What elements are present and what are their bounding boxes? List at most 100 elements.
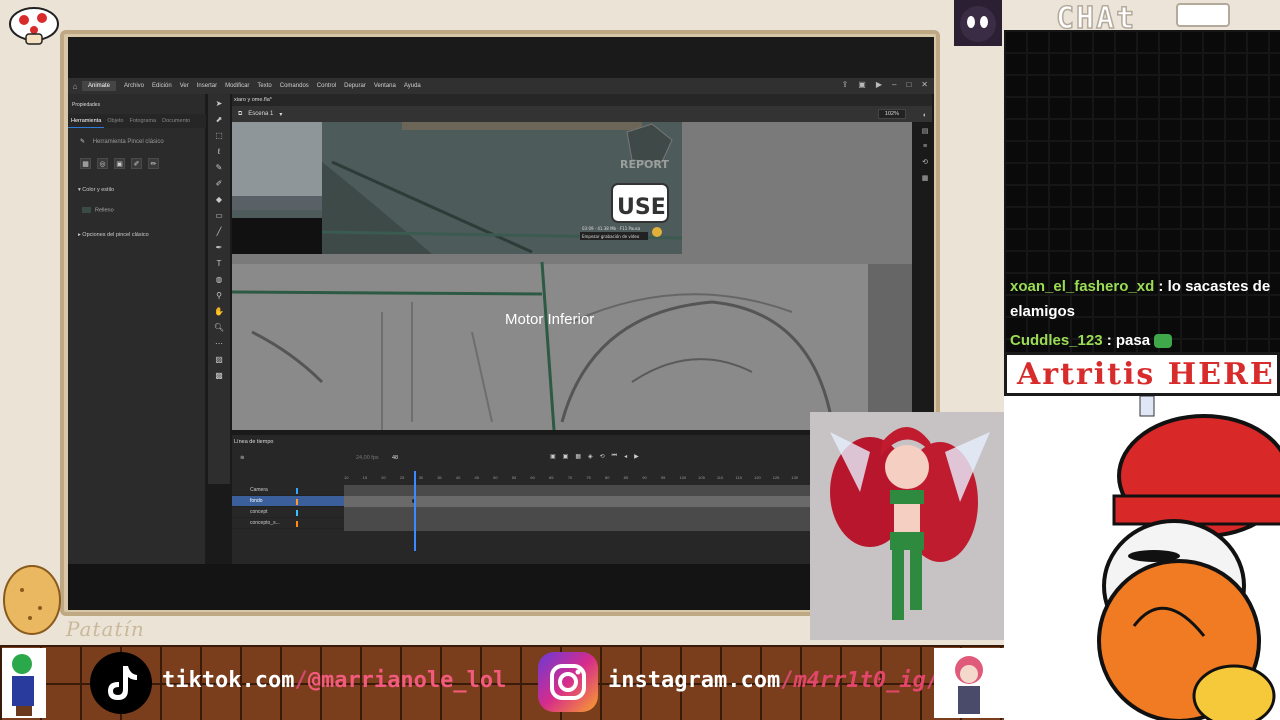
- play-timeline-icon[interactable]: ▶: [634, 453, 639, 460]
- instagram-icon[interactable]: [538, 652, 598, 712]
- chevron-down-icon[interactable]: ▾: [279, 111, 282, 118]
- layer-row[interactable]: Camera: [232, 485, 344, 496]
- menu-control[interactable]: Control: [317, 83, 336, 89]
- potato-icon: [3, 565, 61, 635]
- tiktok-link[interactable]: tiktok.com/@marrianole_lol: [162, 668, 506, 693]
- home-icon[interactable]: ⌂: [68, 82, 82, 91]
- chat-username[interactable]: Cuddles_123: [1010, 332, 1103, 349]
- ruler-mark: 130: [791, 475, 799, 480]
- ruler-mark: 65: [549, 475, 554, 480]
- step-back-icon[interactable]: ◂: [624, 453, 627, 460]
- keyframe-icon[interactable]: ◈: [588, 453, 593, 460]
- layout-icon[interactable]: ▣: [858, 80, 866, 89]
- fill-color-icon[interactable]: ▩: [215, 370, 223, 382]
- fps-readout[interactable]: 24,00 fps: [356, 455, 379, 461]
- hand-tool-icon[interactable]: ✋: [214, 306, 224, 318]
- pencil-tool-icon[interactable]: ✎: [216, 162, 223, 174]
- pen-tool-icon[interactable]: ✒: [216, 242, 223, 254]
- layer-color-chip[interactable]: [296, 510, 298, 516]
- frame-markers-icon[interactable]: ▦: [575, 453, 581, 460]
- scene-selector[interactable]: Escena 1: [248, 111, 273, 117]
- edit-multiple-icon[interactable]: ▣: [563, 453, 569, 460]
- ruler-mark: 95: [660, 475, 666, 480]
- rewind-icon[interactable]: ⏮: [612, 453, 617, 460]
- record-button[interactable]: [652, 227, 662, 237]
- layer-row[interactable]: concepto_s...: [232, 518, 344, 529]
- layer-color-chip[interactable]: [296, 488, 298, 494]
- instagram-domain: instagram.com: [608, 668, 781, 693]
- menu-comandos[interactable]: Comandos: [280, 83, 309, 89]
- lock-fill-icon[interactable]: ▣: [114, 158, 125, 169]
- paint-bucket-icon[interactable]: ◍: [216, 274, 223, 286]
- menu-ventana[interactable]: Ventana: [374, 83, 396, 89]
- rectangle-tool-icon[interactable]: ▭: [215, 210, 223, 222]
- tab-documento[interactable]: Documento: [159, 114, 193, 128]
- assets-icon[interactable]: ▦: [922, 174, 929, 182]
- transform-tool-icon[interactable]: ⬚: [215, 130, 223, 142]
- line-tool-icon[interactable]: ╱: [217, 226, 222, 238]
- current-frame[interactable]: 48: [392, 455, 398, 461]
- menu-ayuda[interactable]: Ayuda: [404, 83, 421, 89]
- play-icon[interactable]: ▶: [876, 80, 882, 89]
- pressure-icon[interactable]: ✐: [131, 158, 142, 169]
- ruler-mark: 115: [735, 475, 742, 480]
- layer-row[interactable]: concept: [232, 507, 344, 518]
- minimize-icon[interactable]: –: [892, 80, 896, 89]
- instagram-link[interactable]: instagram.com/m4rr1t0_ig/: [608, 668, 939, 693]
- menu-insertar[interactable]: Insertar: [197, 83, 217, 89]
- zoom-level[interactable]: 102%: [877, 109, 906, 119]
- target-icon[interactable]: ◎: [97, 158, 108, 169]
- eraser-tool-icon[interactable]: ◆: [216, 194, 222, 206]
- stage-canvas[interactable]: REPORT USE 03:09 · 41.38 Mb · F11 Pausa …: [232, 122, 912, 430]
- chat-message: xoan_el_fashero_xd : lo sacastes de elam…: [1010, 278, 1271, 320]
- onion-skin-icon[interactable]: ▣: [550, 453, 556, 460]
- text-tool-icon[interactable]: T: [217, 258, 222, 270]
- use-button[interactable]: USE: [611, 183, 669, 223]
- tab-objeto[interactable]: Objeto: [104, 114, 126, 128]
- menu-texto[interactable]: Texto: [257, 83, 271, 89]
- menu-edicion[interactable]: Edición: [152, 83, 172, 89]
- ghost-mascot-icon: [954, 0, 1002, 46]
- color-style-section[interactable]: ▾ Color y estilo: [78, 187, 114, 193]
- tab-fotograma[interactable]: Fotograma: [126, 114, 159, 128]
- library-icon[interactable]: ▤: [922, 127, 929, 135]
- tab-herramienta[interactable]: Herramienta: [68, 114, 105, 128]
- menu-archivo[interactable]: Archivo: [124, 83, 144, 89]
- more-tools-icon[interactable]: ⋯: [215, 338, 223, 350]
- chat-username[interactable]: xoan_el_fashero_xd: [1010, 278, 1154, 295]
- color-panel-icon[interactable]: ◐: [923, 112, 927, 119]
- brush-options-label: Opciones del pincel clásico: [82, 232, 149, 238]
- ruler-mark: 30: [418, 475, 424, 480]
- document-tab[interactable]: xiaro y ome.fla*: [232, 94, 932, 106]
- brush-tool-icon[interactable]: ✐: [216, 178, 223, 190]
- app-name-tab[interactable]: Animate: [82, 81, 117, 91]
- tilt-icon[interactable]: ✏: [148, 158, 159, 169]
- menu-modificar[interactable]: Modificar: [225, 83, 249, 89]
- stroke-color-icon[interactable]: ▨: [215, 354, 223, 366]
- grid-icon[interactable]: ▦: [80, 158, 91, 169]
- report-label: REPORT: [620, 158, 669, 171]
- transform-panel-icon[interactable]: ⟲: [922, 158, 928, 166]
- share-icon[interactable]: ⇪: [842, 80, 849, 89]
- layers-icon[interactable]: ≋: [240, 455, 245, 461]
- fill-swatch[interactable]: [82, 207, 91, 213]
- align-icon[interactable]: ≡: [923, 143, 927, 150]
- maximize-icon[interactable]: □: [906, 80, 911, 89]
- close-icon[interactable]: ✕: [921, 80, 928, 89]
- tiktok-icon[interactable]: [90, 652, 152, 714]
- layer-color-chip[interactable]: [296, 521, 298, 527]
- mario-character-art: [1004, 396, 1280, 720]
- layer-color-chip[interactable]: [296, 499, 298, 505]
- lasso-tool-icon[interactable]: ℓ: [218, 146, 221, 158]
- menu-depurar[interactable]: Depurar: [344, 83, 366, 89]
- loop-icon[interactable]: ⟲: [600, 453, 605, 460]
- menu-ver[interactable]: Ver: [180, 83, 189, 89]
- selection-tool-icon[interactable]: ➤: [216, 98, 223, 110]
- zoom-tool-icon[interactable]: 🔍︎: [214, 322, 224, 334]
- eyedropper-icon[interactable]: ⚲: [216, 290, 222, 302]
- playhead[interactable]: [414, 471, 416, 551]
- layer-row[interactable]: fondo: [232, 496, 344, 507]
- subselect-tool-icon[interactable]: ⬈: [216, 114, 223, 126]
- brush-options-section[interactable]: ▸ Opciones del pincel clásico: [78, 232, 149, 238]
- fill-row[interactable]: Relleno: [82, 207, 114, 213]
